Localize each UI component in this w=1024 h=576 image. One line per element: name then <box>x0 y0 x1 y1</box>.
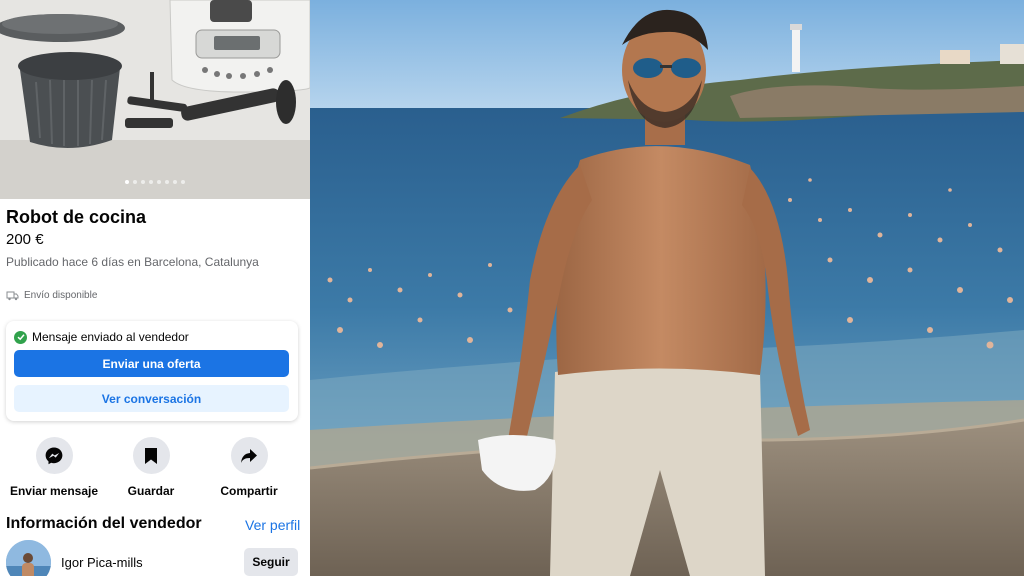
save-action[interactable]: Guardar <box>101 437 201 498</box>
gallery-dot[interactable] <box>149 180 153 184</box>
seller-name: Igor Pica-mills <box>61 555 143 570</box>
send-message-label: Enviar mensaje <box>9 484 99 498</box>
message-sent-card: Mensaje enviado al vendedor Enviar una o… <box>6 321 298 421</box>
listing-price: 200 € <box>6 231 44 248</box>
seller-info-heading: Información del vendedor <box>6 515 202 532</box>
message-status-label: Mensaje enviado al vendedor <box>32 330 189 344</box>
send-offer-button[interactable]: Enviar una oferta <box>14 350 289 377</box>
gallery-dot[interactable] <box>165 180 169 184</box>
gallery-indicator <box>0 180 310 184</box>
share-icon[interactable] <box>230 437 268 474</box>
gallery-dot[interactable] <box>181 180 185 184</box>
listing-title: Robot de cocina <box>6 207 147 227</box>
gallery-dot[interactable] <box>157 180 161 184</box>
thermomix-photo <box>0 0 310 199</box>
messenger-icon[interactable] <box>35 437 73 474</box>
shipping-label: Envío disponible <box>24 290 98 301</box>
avatar[interactable] <box>6 540 51 576</box>
bookmark-icon[interactable] <box>132 437 170 474</box>
view-conversation-button[interactable]: Ver conversación <box>14 385 289 412</box>
gallery-dot[interactable] <box>133 180 137 184</box>
beach-photo <box>310 0 1024 576</box>
checkmark-icon <box>14 330 27 344</box>
shipping-info: Envío disponible <box>6 290 97 301</box>
listing-published-info: Publicado hace 6 días en Barcelona, Cata… <box>6 255 259 269</box>
save-label: Guardar <box>127 484 175 498</box>
view-profile-link[interactable]: Ver perfil <box>245 517 300 533</box>
message-status: Mensaje enviado al vendedor <box>14 330 189 344</box>
seller-beach-photo <box>310 0 1024 576</box>
follow-button[interactable]: Seguir <box>244 548 298 576</box>
gallery-dot[interactable] <box>173 180 177 184</box>
share-action[interactable]: Compartir <box>199 437 299 498</box>
share-label: Compartir <box>220 484 278 498</box>
truck-icon <box>6 291 19 300</box>
marketplace-listing-panel: Robot de cocina 200 € Publicado hace 6 d… <box>0 0 310 576</box>
gallery-dot[interactable] <box>125 180 129 184</box>
product-photo[interactable] <box>0 0 310 199</box>
send-message-action[interactable]: Enviar mensaje <box>4 437 104 498</box>
gallery-dot[interactable] <box>141 180 145 184</box>
